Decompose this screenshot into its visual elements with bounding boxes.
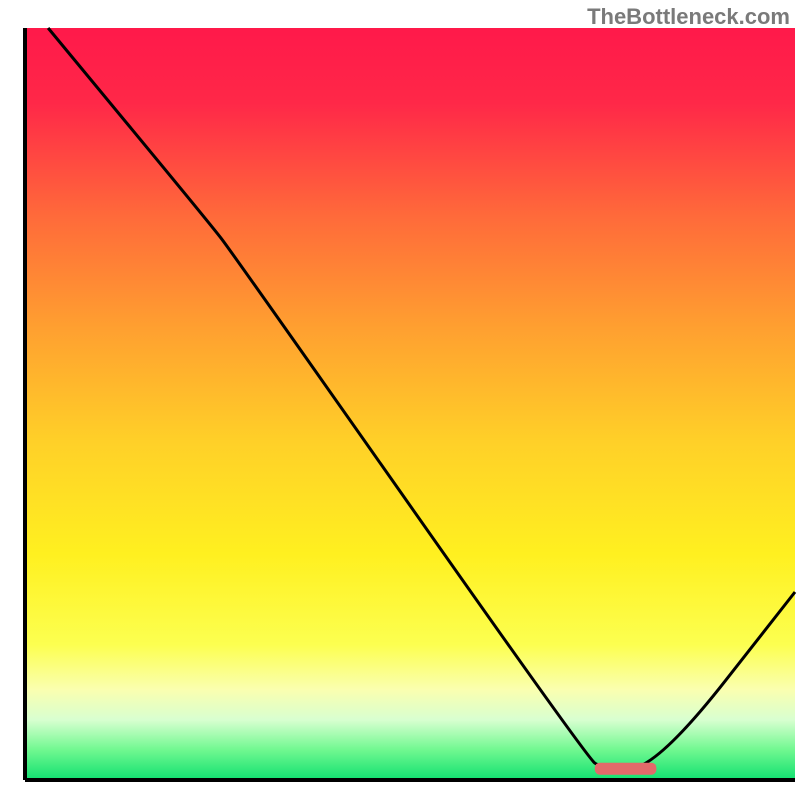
bottleneck-chart	[0, 0, 800, 800]
optimal-marker	[595, 763, 657, 775]
watermark-text: TheBottleneck.com	[587, 4, 790, 30]
chart-container: TheBottleneck.com	[0, 0, 800, 800]
